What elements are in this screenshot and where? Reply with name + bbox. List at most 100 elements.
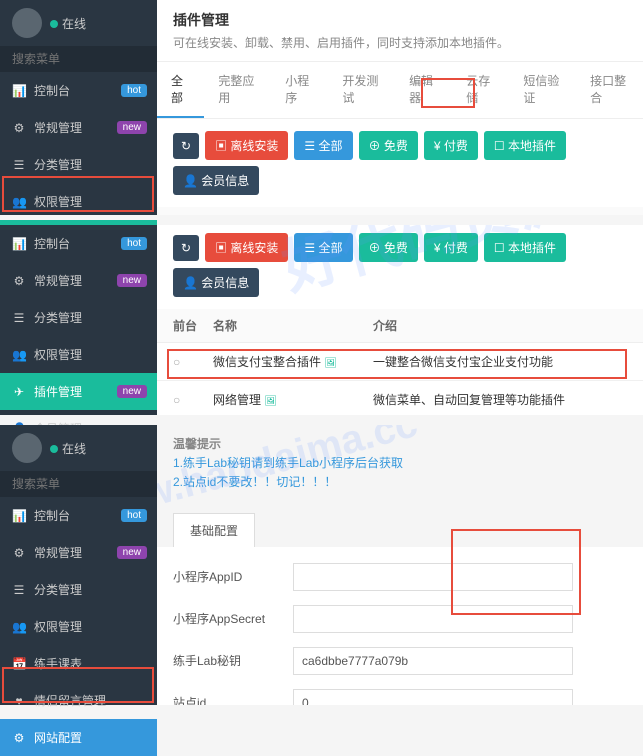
offline-install-button[interactable]: ▣ 离线安装 (205, 131, 288, 160)
sidebar-item-分类管理[interactable]: ☰分类管理 (0, 299, 157, 336)
tab-小程序[interactable]: 小程序 (271, 62, 328, 118)
tab-编辑器[interactable]: 编辑器 (395, 62, 452, 118)
nav-icon: ✈ (12, 385, 26, 399)
filter-free-button[interactable]: ⊕ 免费 (359, 131, 418, 160)
form-row: 练手Lab秘钥 (173, 647, 627, 675)
sidebar-item-插件管理[interactable]: ✈ 插件管理 new (0, 373, 157, 410)
nav-badge: new (117, 385, 147, 398)
tab-开发测试[interactable]: 开发测试 (328, 62, 395, 118)
sidebar-item-分类管理[interactable]: ☰分类管理 (0, 146, 157, 183)
nav-label: 常规管理 (34, 119, 82, 136)
nav-icon: ⚙ (12, 274, 26, 288)
form-input-练手Lab秘钥[interactable] (293, 647, 573, 675)
tab-短信验证[interactable]: 短信验证 (509, 62, 576, 118)
page-title: 插件管理 (173, 10, 627, 30)
nav-icon: 📊 (12, 237, 26, 251)
nav-icon: 📅 (12, 657, 26, 671)
sidebar-item-情侣留言管理[interactable]: ♥情侣留言管理 (0, 682, 157, 719)
filter-paid-button[interactable]: ¥ 付费 (424, 131, 478, 160)
filter-free-button[interactable]: ⊕ 免费 (359, 233, 418, 262)
home-icon: ○ (173, 355, 213, 369)
form-row: 小程序AppSecret (173, 605, 627, 633)
col-front: 前台 (173, 317, 213, 334)
nav-icon: 👥 (12, 620, 26, 634)
filter-local-button[interactable]: ☐ 本地插件 (484, 233, 566, 262)
filter-paid-button[interactable]: ¥ 付费 (424, 233, 478, 262)
filter-all-button[interactable]: ☰ 全部 (294, 131, 352, 160)
refresh-button[interactable]: ↻ (173, 133, 199, 159)
sidebar-item-权限管理[interactable]: 👥 权限管理 (0, 183, 157, 220)
avatar (12, 433, 42, 463)
form-input-小程序AppSecret[interactable] (293, 605, 573, 633)
nav-icon: 📊 (12, 509, 26, 523)
refresh-button[interactable]: ↻ (173, 235, 199, 261)
sidebar-item-网站配置[interactable]: ⚙网站配置 (0, 719, 157, 756)
status-text: 在线 (62, 442, 86, 456)
table-header: 前台 名称 介绍 (157, 309, 643, 343)
tab-完整应用[interactable]: 完整应用 (204, 62, 271, 118)
nav-icon: 👥 (12, 195, 26, 209)
nav-label: 权限管理 (34, 193, 82, 210)
tip-line: 1.练手Lab秘钥请到练手Lab小程序后台获取 (173, 454, 627, 473)
member-info-button[interactable]: 👤 会员信息 (173, 166, 259, 195)
plugin-desc: 微信菜单、自动回复管理等功能插件 (373, 391, 627, 408)
plugin-name: 微信支付宝整合插件 🖼 (213, 353, 373, 370)
sidebar-item-练手课表[interactable]: 📅 练手课表 (0, 645, 157, 682)
plugin-name: 网络管理 🖼 (213, 391, 373, 408)
table-header: 前台 名称 介绍 (157, 207, 643, 215)
sidebar-item-常规管理[interactable]: ⚙常规管理new (0, 109, 157, 146)
nav-badge: new (117, 546, 147, 559)
nav-label: 插件管理 (34, 383, 82, 400)
sidebar-item-分类管理[interactable]: ☰分类管理 (0, 571, 157, 608)
tab-全部[interactable]: 全部 (157, 62, 204, 118)
search-row[interactable]: 🔍 (0, 471, 157, 497)
search-row[interactable]: 🔍 (0, 46, 157, 72)
filter-all-button[interactable]: ☰ 全部 (294, 233, 352, 262)
tab-接口整合[interactable]: 接口整合 (576, 62, 643, 118)
offline-install-button[interactable]: ▣ 离线安装 (205, 233, 288, 262)
page-subtitle: 可在线安装、卸载、禁用、启用插件，同时支持添加本地插件。 (173, 34, 627, 51)
form-row: 小程序AppID (173, 563, 627, 591)
filter-local-button[interactable]: ☐ 本地插件 (484, 131, 566, 160)
plugin-desc: 一键整合微信支付宝企业支付功能 (373, 353, 627, 370)
sidebar-item-控制台[interactable]: 📊控制台hot (0, 72, 157, 109)
col-name: 名称 (213, 317, 373, 334)
status-dot-icon (50, 445, 58, 453)
avatar (12, 8, 42, 38)
nav-label: 网站配置 (34, 729, 82, 746)
tip-title: 温馨提示 (173, 435, 627, 454)
table-row[interactable]: ○网络管理 🖼微信菜单、自动回复管理等功能插件 (157, 381, 643, 415)
sidebar-item-权限管理[interactable]: 👥 权限管理 (0, 608, 157, 645)
nav-label: 控制台 (34, 507, 70, 524)
nav-label: 分类管理 (34, 156, 82, 173)
user-status-row: 在线 (0, 425, 157, 471)
sidebar-item-常规管理[interactable]: ⚙常规管理new (0, 534, 157, 571)
user-status-row: 在线 (0, 0, 157, 46)
image-icon: 🖼 (264, 396, 277, 407)
nav-label: 权限管理 (34, 346, 82, 363)
table-row[interactable]: ○微信支付宝整合插件 🖼一键整合微信支付宝企业支付功能 (157, 343, 643, 381)
nav-icon: ☰ (12, 583, 26, 597)
search-input[interactable] (12, 52, 167, 66)
sidebar-item-权限管理[interactable]: 👥 权限管理 (0, 336, 157, 373)
nav-label: 情侣留言管理 (34, 692, 106, 709)
form-label: 练手Lab秘钥 (173, 652, 293, 669)
member-info-button[interactable]: 👤 会员信息 (173, 268, 259, 297)
nav-badge: hot (121, 509, 147, 522)
tip-line: 2.站点id不要改！！切记！！！ (173, 473, 627, 492)
home-icon: ○ (173, 393, 213, 407)
nav-label: 练手课表 (34, 655, 82, 672)
sidebar-item-控制台[interactable]: 📊控制台hot (0, 225, 157, 262)
sidebar-item-控制台[interactable]: 📊 控制台 hot (0, 497, 157, 534)
form-input-站点id[interactable] (293, 689, 573, 705)
tab-云存储[interactable]: 云存储 (452, 62, 509, 118)
nav-label: 权限管理 (34, 618, 82, 635)
search-input[interactable] (12, 477, 167, 491)
nav-icon: 👥 (12, 348, 26, 362)
config-tab[interactable]: 基础配置 (173, 513, 255, 547)
sidebar-item-常规管理[interactable]: ⚙常规管理new (0, 262, 157, 299)
nav-icon: ⚙ (12, 121, 26, 135)
nav-label: 常规管理 (34, 544, 82, 561)
form-input-小程序AppID[interactable] (293, 563, 573, 591)
nav-badge: hot (121, 84, 147, 97)
